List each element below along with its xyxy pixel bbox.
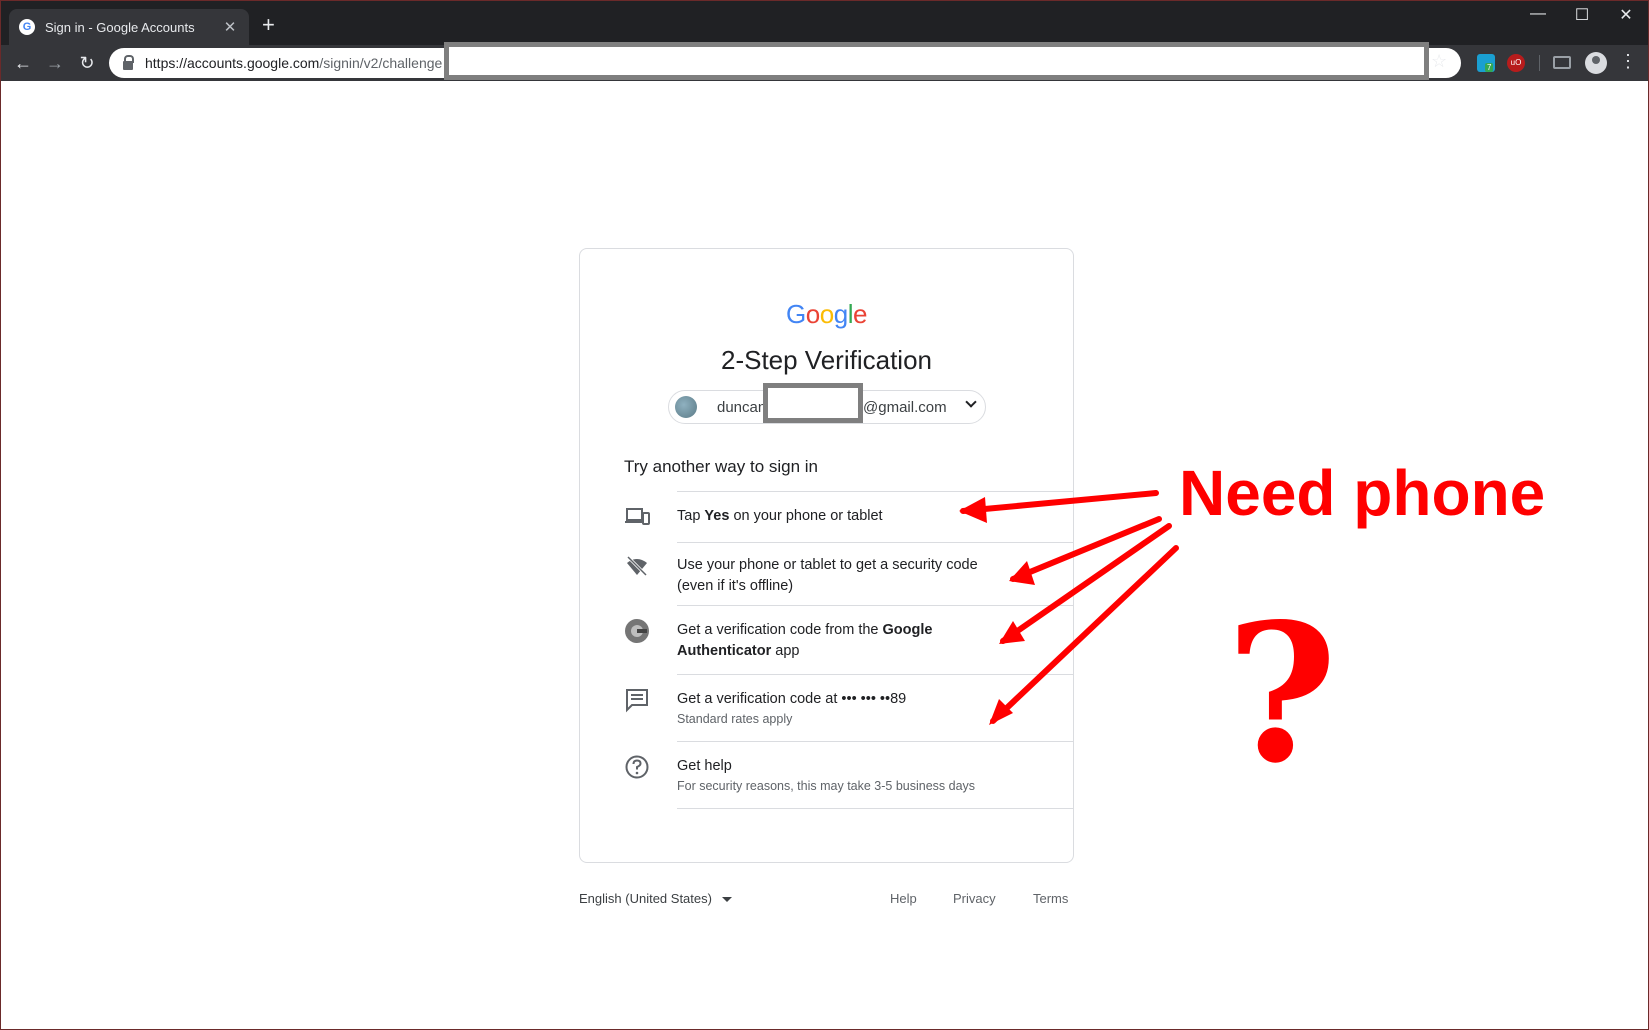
- terms-link[interactable]: Terms: [1033, 891, 1068, 906]
- tab-close-icon[interactable]: ✕: [221, 18, 239, 36]
- maximize-button[interactable]: ☐: [1559, 5, 1605, 25]
- option-text-pre: Tap: [677, 508, 705, 524]
- caret-down-icon: [721, 897, 732, 903]
- option-text: Use your phone or tablet to get a securi…: [677, 555, 1017, 597]
- option-text: Tap Yes on your phone or tablet: [677, 506, 1017, 527]
- tab-strip: G Sign in - Google Accounts ✕ + — ☐ ✕: [1, 1, 1648, 45]
- sms-icon: [626, 689, 648, 713]
- google-logo: Google: [580, 299, 1073, 330]
- bookmark-star-icon[interactable]: ☆: [1431, 51, 1447, 72]
- logo-letter: G: [786, 299, 806, 329]
- option-security-code[interactable]: Use your phone or tablet to get a securi…: [580, 543, 1073, 605]
- back-button[interactable]: ←: [11, 51, 35, 75]
- privacy-link[interactable]: Privacy: [953, 891, 996, 906]
- avatar: [675, 396, 697, 418]
- option-sms-code[interactable]: Get a verification code at ••• ••• ••89 …: [580, 675, 1073, 741]
- url-host: https://accounts.google.com: [145, 55, 320, 71]
- extension-badge: 7: [1485, 63, 1494, 72]
- profile-avatar-icon[interactable]: [1585, 52, 1607, 74]
- option-subtext: For security reasons, this may take 3-5 …: [677, 779, 976, 793]
- option-tap-yes[interactable]: Tap Yes on your phone or tablet: [580, 492, 1073, 542]
- section-heading: Try another way to sign in: [624, 457, 819, 476]
- option-authenticator[interactable]: Get a verification code from the Google …: [580, 606, 1073, 674]
- authenticator-icon: [625, 619, 649, 643]
- logo-letter: o: [819, 299, 834, 329]
- email-redaction-box: [763, 383, 863, 423]
- browser-window: G Sign in - Google Accounts ✕ + — ☐ ✕ ← …: [0, 0, 1649, 1030]
- minimize-button[interactable]: —: [1515, 5, 1561, 23]
- browser-tab[interactable]: G Sign in - Google Accounts ✕: [9, 9, 249, 45]
- option-text-pre: Get a verification code from the: [677, 622, 883, 638]
- option-text: Get a verification code from the Google …: [677, 620, 1017, 662]
- browser-menu-icon[interactable]: ⋮: [1619, 51, 1637, 72]
- option-text-bold: Yes: [704, 508, 730, 524]
- url-path: /signin/v2/challenge: [319, 55, 443, 71]
- language-label: English (United States): [579, 891, 712, 906]
- annotation-need-phone: Need phone: [1179, 457, 1546, 529]
- option-text-post: on your phone or tablet: [729, 508, 883, 524]
- logo-letter: e: [852, 299, 867, 329]
- logo-letter: g: [833, 299, 848, 329]
- toolbar-separator: [1539, 55, 1540, 71]
- chevron-down-icon: [965, 396, 977, 408]
- option-text: Get help: [677, 758, 732, 774]
- url-redaction-box: [444, 42, 1429, 80]
- help-icon: [625, 755, 649, 779]
- logo-letter: o: [805, 299, 820, 329]
- email-prefix: duncan: [717, 398, 767, 416]
- ublock-extension-icon[interactable]: uO: [1507, 54, 1525, 72]
- reload-button[interactable]: ↻: [75, 51, 99, 75]
- new-tab-button[interactable]: +: [262, 14, 275, 36]
- option-get-help[interactable]: Get help For security reasons, this may …: [580, 742, 1073, 808]
- window-close-button[interactable]: ✕: [1603, 5, 1649, 25]
- divider: [677, 808, 1074, 809]
- language-selector[interactable]: English (United States): [579, 891, 732, 906]
- option-text-post: app: [771, 643, 800, 659]
- page-title: 2-Step Verification: [720, 345, 932, 375]
- annotation-question-mark: ?: [1226, 582, 1338, 805]
- option-text-line2: (even if it's offline): [677, 578, 794, 594]
- tab-title: Sign in - Google Accounts: [45, 19, 195, 35]
- cast-icon[interactable]: [1553, 56, 1571, 69]
- offline-key-icon: [626, 555, 648, 577]
- option-subtext: Standard rates apply: [677, 712, 793, 726]
- option-text: Get a verification code at ••• ••• ••89: [677, 691, 907, 707]
- lock-icon: [123, 54, 134, 70]
- signin-card: Google 2-Step Verification duncan @gmail…: [579, 248, 1074, 863]
- forward-button[interactable]: →: [43, 51, 67, 75]
- email-suffix: @gmail.com: [863, 398, 947, 416]
- extension-icon[interactable]: 7: [1477, 54, 1495, 72]
- google-favicon-icon: G: [19, 19, 35, 35]
- help-link[interactable]: Help: [890, 891, 917, 906]
- option-text-line1: Use your phone or tablet to get a securi…: [677, 557, 978, 573]
- url-text: https://accounts.google.com/signin/v2/ch…: [145, 55, 442, 71]
- devices-icon: [625, 508, 650, 525]
